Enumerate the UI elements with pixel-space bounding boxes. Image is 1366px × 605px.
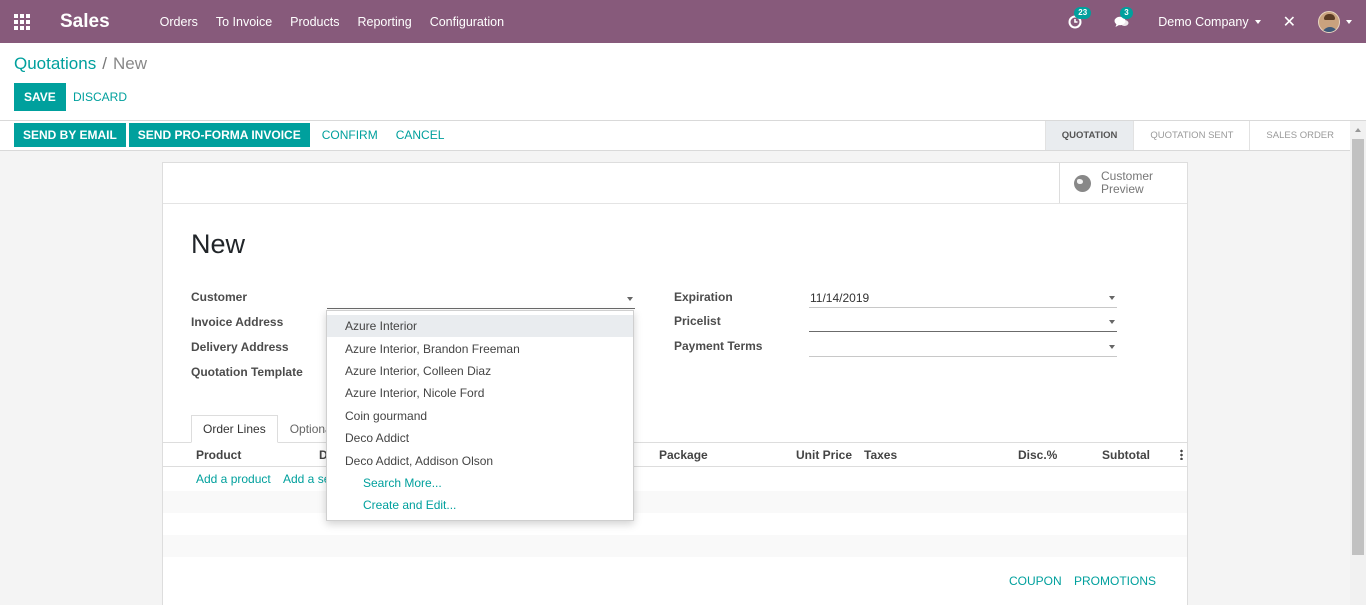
breadcrumb-current: New (112, 54, 147, 73)
company-switcher[interactable]: Demo Company (1158, 14, 1261, 29)
optional-columns-icon[interactable] (1180, 449, 1183, 460)
discard-button[interactable]: DISCARD (63, 83, 137, 111)
tab-order-lines[interactable]: Order Lines (191, 415, 278, 443)
table-row (163, 513, 1187, 535)
stage-quotation-sent[interactable]: QUOTATION SENT (1133, 121, 1249, 150)
column-product[interactable]: Product (196, 448, 241, 462)
pricelist-field[interactable] (809, 312, 1117, 332)
activity-button[interactable]: 23 (1066, 6, 1092, 31)
chevron-down-icon (1109, 345, 1115, 349)
customer-preview-button[interactable]: Customer Preview (1059, 163, 1187, 203)
column-unit-price[interactable]: Unit Price (796, 448, 852, 462)
delivery-address-label: Delivery Address (191, 340, 289, 354)
scroll-up-arrow-icon[interactable] (1355, 128, 1361, 132)
form-statusbar: SEND BY EMAIL SEND PRO-FORMA INVOICE CON… (0, 120, 1366, 151)
invoice-address-label: Invoice Address (191, 315, 284, 329)
coupon-button[interactable]: COUPON (1009, 574, 1062, 588)
user-menu[interactable] (1318, 10, 1352, 33)
list-item[interactable]: Azure Interior, Brandon Freeman (327, 338, 633, 360)
send-by-email-button[interactable]: SEND BY EMAIL (14, 123, 126, 147)
add-section-link[interactable]: Add a se (283, 472, 330, 486)
chevron-down-icon (1109, 296, 1115, 300)
chevron-down-icon (1346, 19, 1352, 24)
menu-products[interactable]: Products (290, 15, 339, 29)
confirm-button[interactable]: CONFIRM (313, 123, 387, 147)
expiration-field[interactable]: 11/14/2019 (809, 288, 1117, 308)
payment-terms-label: Payment Terms (674, 339, 763, 353)
sheet-divider (163, 203, 1187, 204)
customer-autocomplete-dropdown: Azure Interior Azure Interior, Brandon F… (326, 310, 634, 521)
list-item[interactable]: Azure Interior, Nicole Ford (327, 382, 633, 404)
scrollbar-thumb[interactable] (1352, 139, 1364, 555)
list-item[interactable]: Coin gourmand (327, 405, 633, 427)
form-sheet: Customer Preview New Customer Invoice Ad… (162, 162, 1188, 605)
statusbar-buttons: SEND BY EMAIL SEND PRO-FORMA INVOICE CON… (14, 123, 453, 147)
menu-reporting[interactable]: Reporting (357, 15, 411, 29)
main-menu: Orders To Invoice Products Reporting Con… (160, 15, 522, 29)
customer-input[interactable] (327, 289, 635, 309)
message-count-badge: 3 (1120, 6, 1133, 19)
breadcrumb-quotations[interactable]: Quotations (14, 54, 96, 74)
stage-quotation[interactable]: QUOTATION (1044, 121, 1134, 150)
chevron-down-icon (1109, 320, 1115, 324)
column-taxes[interactable]: Taxes (864, 448, 897, 462)
add-product-link[interactable]: Add a product (196, 472, 271, 486)
column-subtotal[interactable]: Subtotal (1102, 448, 1150, 462)
customer-preview-label: Customer Preview (1101, 169, 1154, 196)
payment-terms-field[interactable] (809, 337, 1117, 357)
breadcrumb-separator: / (102, 54, 107, 73)
expiration-value: 11/14/2019 (810, 290, 870, 305)
create-and-edit-link[interactable]: Create and Edit... (327, 494, 633, 516)
quotation-template-label: Quotation Template (191, 365, 303, 379)
list-item[interactable]: Deco Addict, Addison Olson (327, 450, 633, 472)
send-proforma-invoice-button[interactable]: SEND PRO-FORMA INVOICE (128, 123, 310, 147)
menu-to-invoice[interactable]: To Invoice (216, 15, 272, 29)
save-button[interactable]: SAVE (14, 83, 66, 111)
status-stages: QUOTATION QUOTATION SENT SALES ORDER (1044, 121, 1350, 150)
systray: 23 3 Demo Company ✕ (1066, 0, 1366, 43)
notebook-tabs: Order Lines Optiona (191, 415, 344, 443)
pricelist-label: Pricelist (674, 314, 721, 328)
customer-label: Customer (191, 290, 248, 304)
menu-configuration[interactable]: Configuration (430, 15, 504, 29)
chevron-down-icon (627, 297, 633, 301)
cancel-button[interactable]: CANCEL (387, 123, 454, 147)
column-package[interactable]: Package (659, 448, 708, 462)
table-row (163, 491, 1187, 513)
column-discount[interactable]: Disc.% (1018, 448, 1057, 462)
promotions-button[interactable]: PROMOTIONS (1074, 574, 1156, 588)
breadcrumb: Quotations / New (14, 54, 147, 74)
table-row (163, 535, 1187, 557)
order-lines-header: Product D Package Unit Price Taxes Disc.… (163, 443, 1187, 467)
globe-icon (1074, 174, 1091, 192)
list-item[interactable]: Deco Addict (327, 427, 633, 449)
stage-sales-order[interactable]: SALES ORDER (1249, 121, 1350, 150)
app-brand[interactable]: Sales (60, 11, 110, 33)
document-title: New (191, 229, 246, 259)
table-row: Add a product Add a se (163, 467, 1187, 491)
chevron-down-icon (1254, 19, 1261, 24)
expiration-label: Expiration (674, 290, 733, 304)
activity-count-badge: 23 (1074, 6, 1092, 19)
company-name: Demo Company (1158, 14, 1249, 29)
search-more-link[interactable]: Search More... (327, 472, 633, 494)
list-item[interactable]: Azure Interior, Colleen Diaz (327, 360, 633, 382)
debug-tools-icon[interactable]: ✕ (1283, 12, 1296, 32)
apps-grid-icon (14, 13, 30, 30)
menu-orders[interactable]: Orders (160, 15, 198, 29)
messages-button[interactable]: 3 (1112, 6, 1133, 31)
app-menu-button[interactable] (0, 0, 44, 43)
list-item[interactable]: Azure Interior (327, 315, 633, 337)
top-navbar: Sales Orders To Invoice Products Reporti… (0, 0, 1366, 43)
avatar (1318, 10, 1340, 33)
page-scrollbar[interactable] (1350, 121, 1366, 605)
